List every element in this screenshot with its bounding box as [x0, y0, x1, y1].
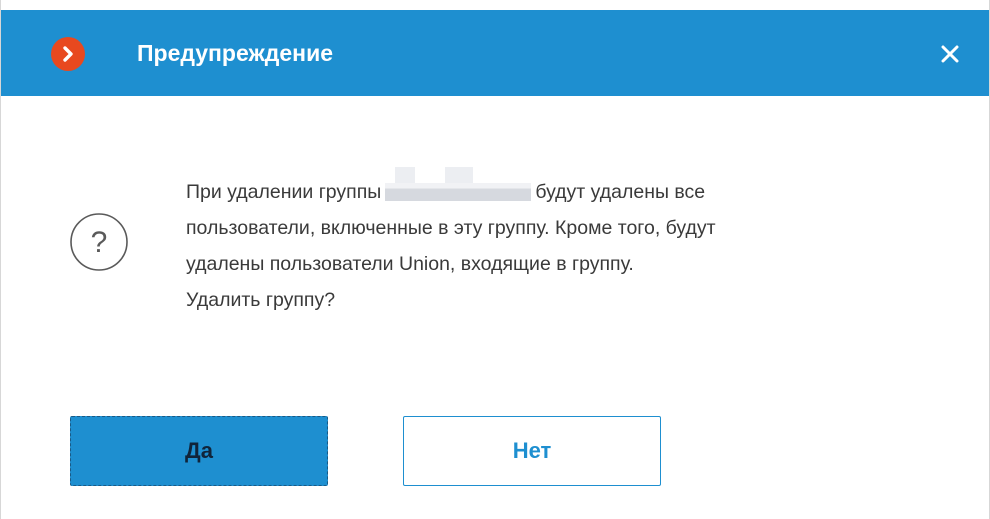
- dialog-message: При удалении группы будут удалены все пол…: [186, 167, 946, 318]
- no-button[interactable]: Нет: [403, 416, 661, 486]
- dialog-title: Предупреждение: [137, 40, 333, 66]
- message-line-2: пользователи, включенные в эту группу. К…: [186, 217, 716, 239]
- no-button-label: Нет: [512, 438, 552, 463]
- yes-button-label: Да: [185, 438, 213, 463]
- message-line-1-end: будут удалены все: [535, 181, 706, 203]
- message-line-1: При удалении группы будут удалены все: [186, 167, 946, 210]
- warning-dialog: Предупреждение ? При удалении группы буду…: [0, 0, 990, 519]
- yes-button[interactable]: Да: [70, 416, 328, 486]
- message-line-3: удалены пользователи Union, входящие в г…: [186, 253, 634, 275]
- app-logo-icon: [51, 37, 85, 71]
- close-button[interactable]: [936, 40, 964, 68]
- dialog-titlebar: Предупреждение: [1, 10, 989, 96]
- question-circle-icon: ?: [70, 213, 128, 271]
- message-line-1-start: При удалении группы: [186, 181, 382, 203]
- close-icon: [941, 45, 959, 63]
- redacted-group-name: [385, 167, 532, 201]
- svg-text:?: ?: [91, 226, 108, 259]
- message-line-4: Удалить группу?: [186, 289, 336, 311]
